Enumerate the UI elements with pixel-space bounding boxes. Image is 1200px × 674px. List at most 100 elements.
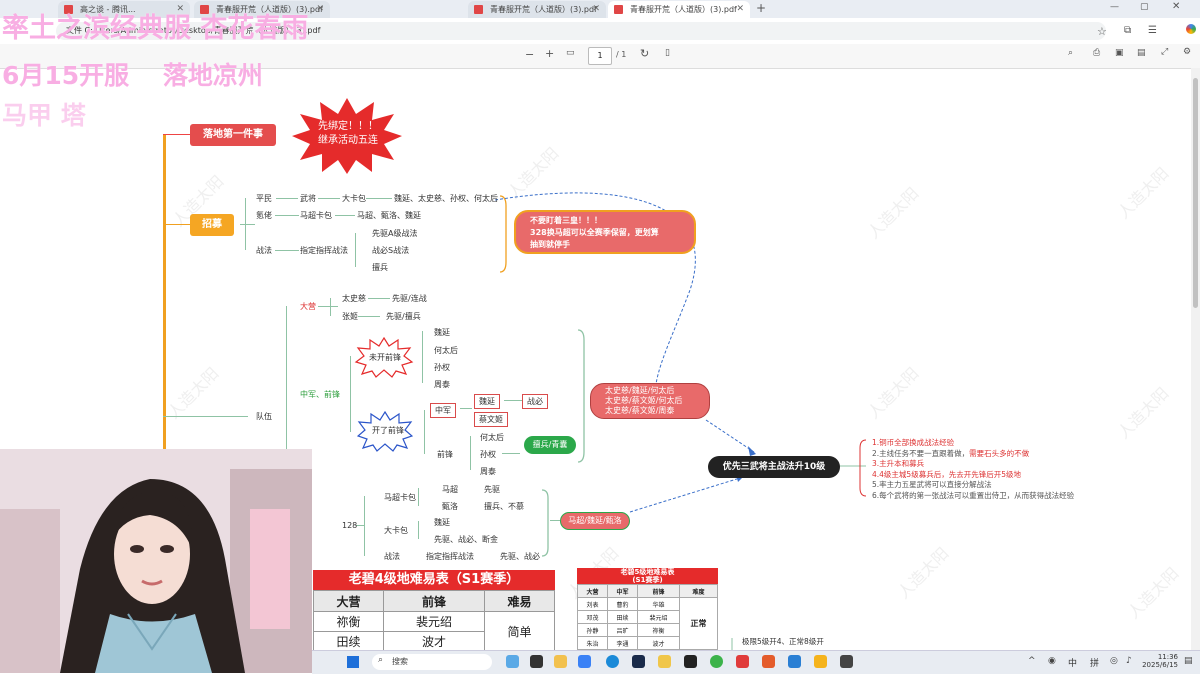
table-cell: 朱治 bbox=[577, 636, 608, 650]
node-fulao: 氪佬 bbox=[256, 211, 272, 220]
node-xianzhen: 先驱A级战法 bbox=[372, 229, 418, 238]
task-view-icon[interactable] bbox=[530, 655, 543, 668]
table-cell: 刘表 bbox=[577, 597, 608, 611]
node-bb-b: 先驱、战必、断金 bbox=[434, 535, 498, 544]
node-zf: 战法 bbox=[384, 552, 400, 561]
table-subtitle: (S1赛季) bbox=[632, 576, 663, 584]
node-128: 128 bbox=[342, 521, 358, 530]
wechat-icon[interactable] bbox=[710, 655, 723, 668]
table-row: 刘表 曹豹 华雄 正常 bbox=[577, 597, 718, 650]
windows-start-icon[interactable] bbox=[347, 656, 359, 668]
table-cell: 裴元绍 bbox=[382, 611, 486, 632]
stream-overlay-line2: 6月15开服 落地凉州 bbox=[2, 61, 263, 90]
search-icon: ⌕ bbox=[378, 655, 384, 665]
node-bb-a: 魏延 bbox=[434, 518, 450, 527]
mic-icon[interactable]: ◉ bbox=[1048, 656, 1056, 666]
node-zj-zb: 战必 bbox=[522, 394, 548, 409]
burst-bind-note: 先绑定！！！ 继承活动五连 bbox=[318, 121, 378, 146]
clock[interactable]: 11:36 2025/6/15 bbox=[1142, 653, 1178, 669]
table-cell: 邓茂 bbox=[577, 610, 608, 624]
tip-2-text: 2.主线任务不要一直跟着做， bbox=[872, 448, 970, 458]
tip-3: 3.主升本和募兵 bbox=[872, 459, 925, 468]
app-icon[interactable] bbox=[788, 655, 801, 668]
notification-icon[interactable]: ▤ bbox=[1184, 656, 1193, 666]
table-title: 老碧5级地难易表 bbox=[620, 568, 675, 576]
tip-5: 5.率主力五星武将可以直接分解战法 bbox=[872, 480, 992, 489]
right-pill: 太史慈/魏延/何太后 太史慈/蔡文姬/何太后 太史慈/蔡文姬/周泰 bbox=[590, 383, 710, 419]
table-cell: 田续 bbox=[313, 631, 384, 652]
table-cell: 李通 bbox=[607, 636, 638, 650]
node-daying: 大营 bbox=[300, 302, 316, 311]
node-no-vanguard: 未开前锋 bbox=[369, 353, 401, 362]
table-cell: 孙静 bbox=[577, 623, 608, 637]
table-cell: 华雄 bbox=[637, 597, 680, 611]
node-zf-a: 指定指挥战法 bbox=[426, 552, 474, 561]
clock-date: 2025/6/15 bbox=[1142, 661, 1178, 669]
root-first-thing: 落地第一件事 bbox=[190, 124, 276, 146]
table-cell-difficulty: 简单 bbox=[484, 611, 555, 652]
node-dy1-skill: 先驱/连战 bbox=[392, 294, 427, 303]
node-big-bag: 大卡包 bbox=[384, 526, 408, 535]
node-zhanfa: 战法 bbox=[256, 246, 272, 255]
stream-overlay-line1: 率土之滨经典服 杏花春雨 bbox=[2, 13, 309, 44]
app-icon[interactable] bbox=[814, 655, 827, 668]
taskbar-search[interactable]: 搜索 bbox=[372, 654, 492, 670]
app-icon[interactable] bbox=[736, 655, 749, 668]
col-header: 前锋 bbox=[382, 590, 486, 612]
green-pill: 擅兵/青囊 bbox=[524, 436, 576, 454]
node-zj-box: 中军 bbox=[430, 403, 456, 418]
app-icon[interactable] bbox=[684, 655, 697, 668]
table-cell: 吕旷 bbox=[607, 623, 638, 637]
copilot-icon[interactable] bbox=[506, 655, 519, 668]
root-recruit: 招募 bbox=[190, 214, 234, 236]
ime-mode[interactable]: 拼 bbox=[1090, 656, 1099, 669]
app-icon[interactable] bbox=[840, 655, 853, 668]
edge-icon[interactable] bbox=[606, 655, 619, 668]
tip-4: 4.4级主城5级募兵后，先去开先锋后开5级地 bbox=[872, 469, 1021, 479]
stream-overlay-line3: 马甲 塔 bbox=[2, 101, 86, 130]
table-header-row: 大营 前锋 难易 bbox=[313, 590, 555, 612]
node-mcbag: 马超卡包 bbox=[300, 211, 332, 220]
file-explorer-icon[interactable] bbox=[554, 655, 567, 668]
steam-icon[interactable] bbox=[632, 655, 645, 668]
node-qiangbing: 擅兵 bbox=[372, 263, 388, 272]
node-no-3: 孙权 bbox=[434, 363, 450, 372]
node-mc-b: 甄洛 bbox=[442, 502, 458, 511]
difficulty-table-5: 老碧5级地难易表 (S1赛季) 大营 中军 前锋 难度 刘表 曹豹 华雄 正常 … bbox=[577, 568, 718, 650]
table: 大营 中军 前锋 难度 刘表 曹豹 华雄 正常 邓茂 田续 裴元绍 孙静 吕旷 … bbox=[577, 584, 718, 650]
clock-time: 11:36 bbox=[1157, 653, 1178, 661]
node-mc-a: 马超 bbox=[442, 485, 458, 494]
folder-icon[interactable] bbox=[658, 655, 671, 668]
node-mc-list: 马超、甄洛、魏延 bbox=[357, 211, 421, 220]
table-header-row: 大营 中军 前锋 难度 bbox=[577, 584, 718, 598]
node-mc-a-skill: 先驱 bbox=[484, 485, 500, 494]
ime-lang[interactable]: 中 bbox=[1068, 656, 1077, 669]
node-yes-vanguard: 开了前锋 bbox=[372, 426, 404, 435]
main-pill: 优先三武将主战法升10级 bbox=[708, 456, 840, 478]
node-zhongjun: 中军、前锋 bbox=[300, 390, 340, 399]
tip-2-extra: 需要石头多的不做 bbox=[969, 448, 1030, 458]
node-pingmin: 平民 bbox=[256, 194, 272, 203]
node-mc-b-skill: 擅兵、不慕 bbox=[484, 502, 524, 511]
table-cell-difficulty: 正常 bbox=[679, 597, 718, 650]
tip-6: 6.每个武将的第一张战法可以重置出侍卫，从而获得战法经验 bbox=[872, 490, 1075, 500]
network-icon[interactable]: ◎ bbox=[1110, 656, 1118, 666]
tips-list: 1.铜币全部换成战法经验 2.主线任务不要一直跟着做，需要石头多的不做 3.主升… bbox=[872, 438, 1074, 501]
volume-icon[interactable]: ♪ bbox=[1126, 656, 1132, 666]
node-wujiang: 武将 bbox=[300, 194, 316, 203]
tray-chevron-icon[interactable]: ^ bbox=[1028, 656, 1036, 666]
node-qf-2: 孙权 bbox=[480, 450, 496, 459]
node-zhiding: 指定指挥战法 bbox=[300, 246, 348, 255]
table-cell: 祢衡 bbox=[313, 611, 384, 632]
node-qf-3: 周泰 bbox=[480, 467, 496, 476]
node-zhanbi: 战必S战法 bbox=[372, 246, 410, 255]
node-zf-b: 先驱、战必 bbox=[500, 552, 540, 561]
app-icon[interactable] bbox=[762, 655, 775, 668]
node-mc-bag: 马超卡包 bbox=[384, 493, 416, 502]
table-cell: 裴元绍 bbox=[637, 610, 680, 624]
webcam-image bbox=[0, 449, 312, 673]
store-icon[interactable] bbox=[578, 655, 591, 668]
node-dy2-skill: 先驱/擅兵 bbox=[386, 312, 421, 321]
warn-note: 不要盯着三皇！！！ 328换马超可以全赛季保留，更划算 抽到就停手 bbox=[514, 210, 696, 254]
table-cell: 波才 bbox=[382, 631, 486, 652]
